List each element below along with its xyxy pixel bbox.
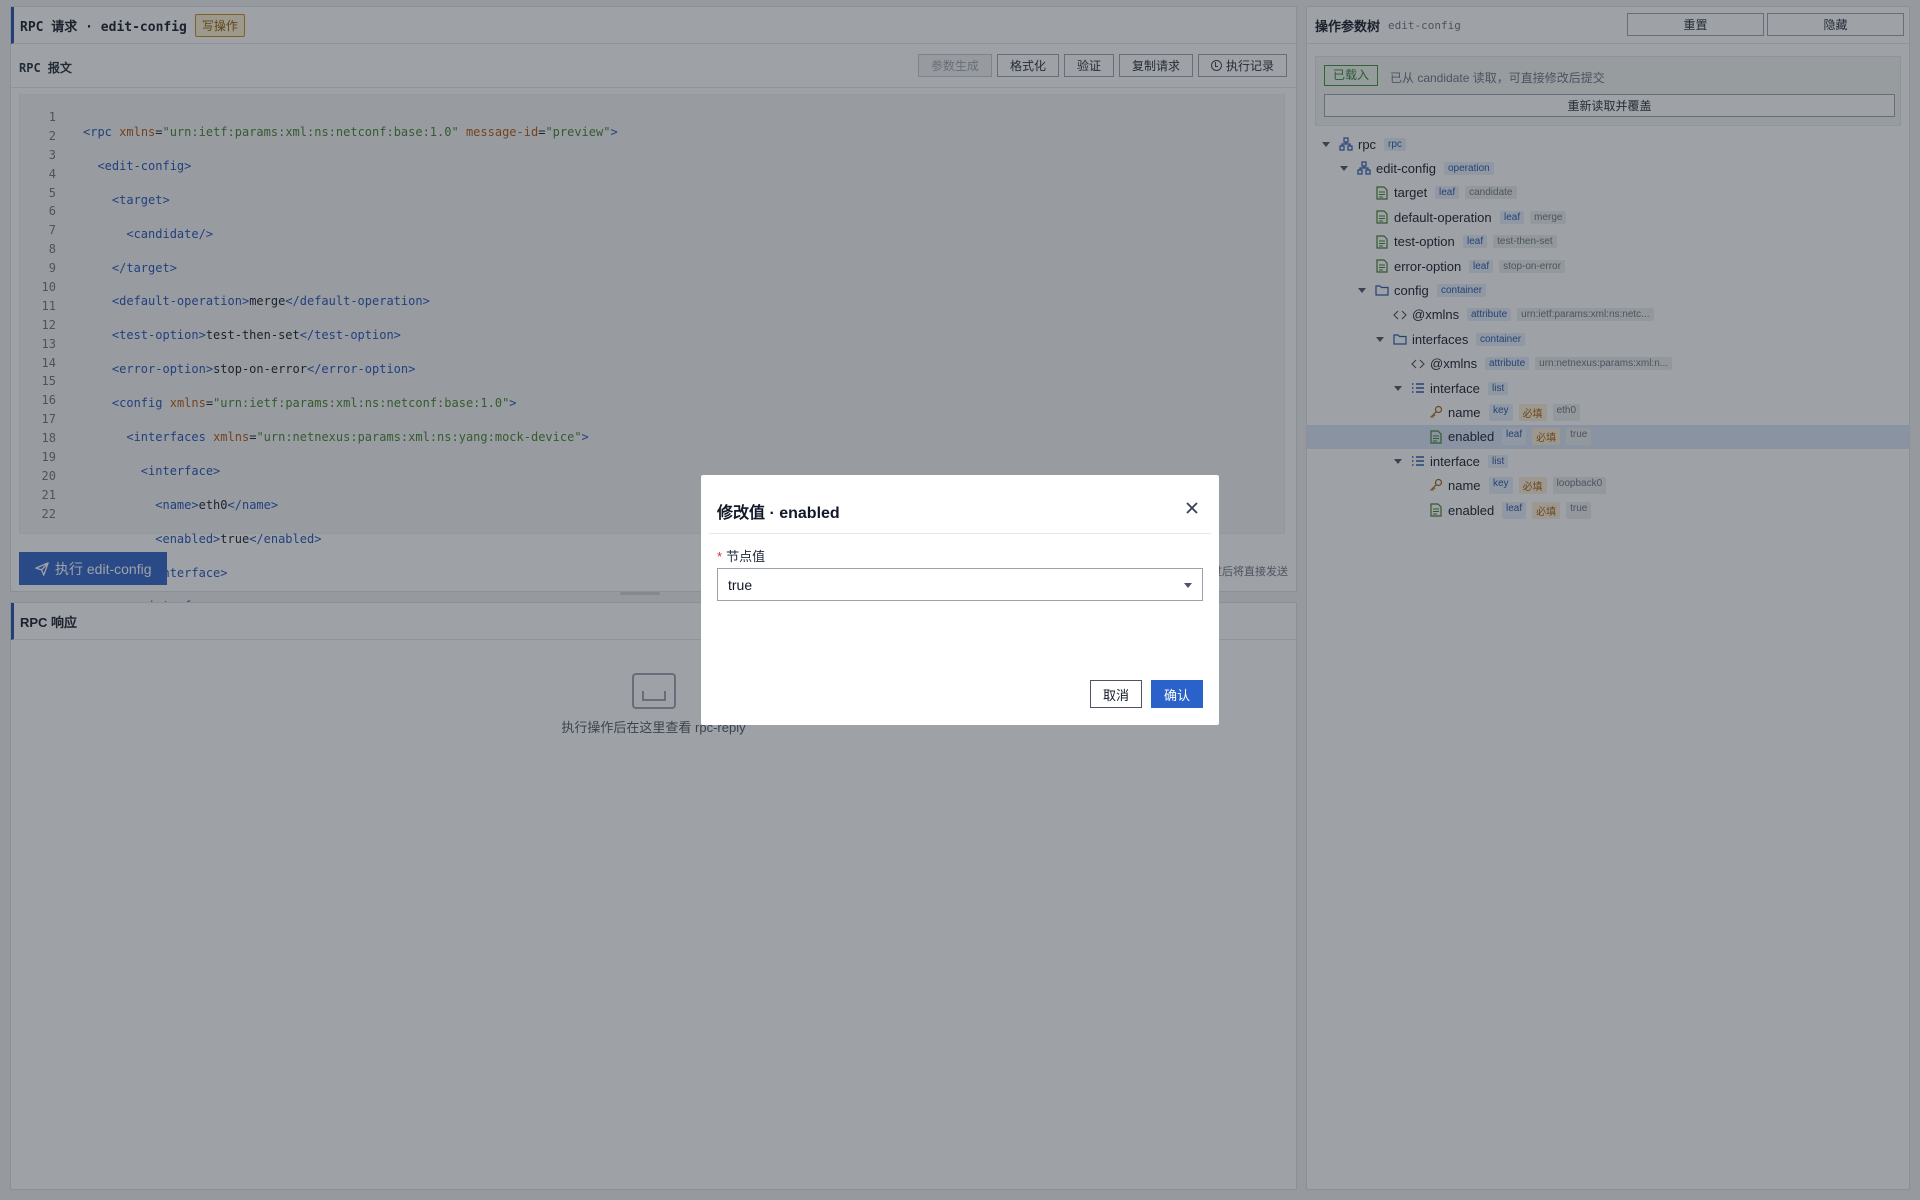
required-mark: *	[717, 549, 723, 564]
dialog-divider	[709, 533, 1211, 534]
node-value-select[interactable]: true	[717, 568, 1203, 601]
confirm-button[interactable]: 确认	[1151, 680, 1203, 708]
selected-value: true	[728, 576, 753, 593]
chevron-down-icon	[1184, 583, 1192, 588]
edit-value-dialog: 修改值 · enabled * 节点值 true 取消 确认	[701, 475, 1219, 725]
node-value-label-text: 节点值	[726, 549, 766, 564]
node-value-label: * 节点值	[717, 546, 765, 565]
dialog-title: 修改值 · enabled	[717, 505, 840, 522]
close-icon[interactable]	[1185, 501, 1199, 515]
cancel-button[interactable]: 取消	[1090, 680, 1142, 708]
